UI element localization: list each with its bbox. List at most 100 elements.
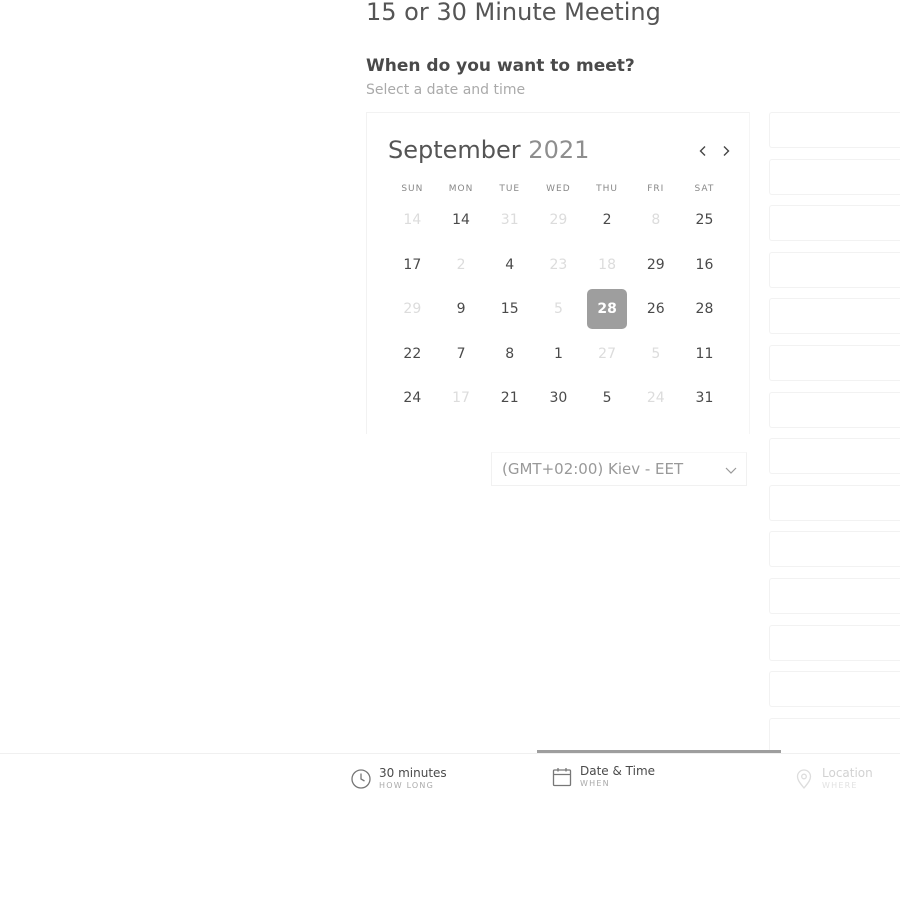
step-sublabel: HOW LONG [379,781,435,790]
calendar-day[interactable]: 16 [680,243,729,288]
time-slot-button[interactable] [769,158,900,195]
calendar-day[interactable]: 11 [680,332,729,377]
calendar-day[interactable]: 25 [680,198,729,243]
time-slot-button[interactable] [769,344,900,381]
chevron-right-icon [723,146,730,156]
chevron-down-icon [725,467,737,474]
calendar-day-number: 29 [549,212,568,229]
calendar-day-number: 22 [403,345,422,362]
weekday-label: WED [546,184,571,194]
calendar-day-number: 29 [646,256,665,273]
weekday-header: SUN MON TUE WED THU FRI SAT [388,184,729,194]
time-slot-button[interactable] [769,577,900,614]
calendar-day[interactable]: 2 [583,198,632,243]
prev-month-button[interactable] [693,138,713,164]
calendar-day: 17 [437,376,486,421]
calendar-day: 14 [388,198,437,243]
timezone-select[interactable]: (GMT+02:00) Kiev - EET [491,452,747,486]
time-slot-button[interactable] [769,717,900,754]
calendar-day-number: 2 [456,256,466,273]
time-slot-button[interactable] [769,391,900,428]
calendar-day: 5 [534,287,583,332]
calendar-day-number: 28 [695,301,714,318]
calendar-day-number: 8 [505,345,515,362]
scheduler-page: 15 or 30 Minute Meeting When do you want… [0,0,900,900]
calendar-day[interactable]: 24 [388,376,437,421]
calendar-day[interactable]: 1 [534,332,583,377]
calendar-day[interactable]: 15 [485,287,534,332]
calendar-day-selected[interactable]: 28 [583,287,632,332]
calendar-day-number: 30 [549,390,568,407]
time-slot-button[interactable] [769,438,900,475]
time-slot-button[interactable] [769,205,900,242]
when-question: When do you want to meet? [366,56,635,76]
calendar-day-number: 5 [602,390,612,407]
calendar-day-number: 9 [456,301,466,318]
calendar-day: 5 [631,332,680,377]
calendar-day-number: 14 [452,212,470,229]
location-pin-icon [796,768,812,789]
calendar-day[interactable]: 4 [485,243,534,288]
calendar-day-number: 1 [553,345,563,362]
calendar-day-number: 24 [646,390,665,407]
calendar-day: 31 [485,198,534,243]
step-sublabel: WHEN [580,779,610,788]
calendar-day-number: 2 [602,212,612,229]
time-slot-button[interactable] [769,484,900,521]
calendar-day-number: 17 [403,256,422,273]
calendar-day: 8 [631,198,680,243]
calendar-day[interactable]: 22 [388,332,437,377]
calendar-day-number: 31 [695,390,714,407]
next-month-button[interactable] [716,138,736,164]
calendar-day-number: 4 [505,256,515,273]
time-slot-button[interactable] [769,112,900,148]
calendar-day-number: 17 [452,390,470,407]
step-how-long[interactable]: 30 minutes HOW LONG [350,766,447,791]
date-time-subtitle: Select a date and time [366,82,526,98]
time-slot-button[interactable] [769,298,900,335]
calendar-day-number: 14 [403,212,422,229]
clock-icon [351,768,371,789]
weekday-label: THU [596,184,619,194]
weekday-label: FRI [647,184,665,194]
step-when[interactable]: Date & Time WHEN [551,764,655,789]
calendar-day[interactable]: 14 [437,198,486,243]
time-slot-button[interactable] [769,251,900,288]
active-step-indicator [537,750,781,753]
step-where[interactable]: Location WHERE [793,766,873,791]
chevron-left-icon [699,146,706,156]
calendar-day: 29 [388,287,437,332]
calendar-day[interactable]: 26 [631,287,680,332]
time-slot-button[interactable] [769,671,900,708]
weekday-label: SUN [401,184,424,194]
calendar-icon [552,767,572,786]
calendar-day[interactable]: 21 [485,376,534,421]
weekday-label: TUE [499,184,521,194]
calendar-day-number: 24 [403,390,422,407]
time-slot-button[interactable] [769,531,900,568]
calendar-day[interactable]: 29 [631,243,680,288]
steps-divider [0,753,900,754]
calendar-day-number: 8 [651,212,661,229]
calendar-day[interactable]: 31 [680,376,729,421]
calendar-day-number: 5 [553,301,563,318]
calendar-day-number: 31 [500,212,519,229]
calendar-day[interactable]: 5 [583,376,632,421]
calendar-day[interactable]: 17 [388,243,437,288]
calendar-day[interactable]: 7 [437,332,486,377]
calendar-day: 2 [437,243,486,288]
calendar-day[interactable]: 28 [680,287,729,332]
calendar-day-number: 27 [598,345,616,362]
calendar-day[interactable]: 8 [485,332,534,377]
step-sublabel: WHERE [822,781,858,790]
calendar-day: 29 [534,198,583,243]
calendar-day: 27 [583,332,632,377]
calendar-day[interactable]: 30 [534,376,583,421]
calendar-day-number: 26 [646,301,665,318]
calendar-day: 18 [583,243,632,288]
time-slot-button[interactable] [769,624,900,661]
step-label: Location [822,766,873,780]
calendar-day-number: 28 [587,289,628,330]
calendar-day-number: 23 [549,256,568,273]
calendar-day[interactable]: 9 [437,287,486,332]
